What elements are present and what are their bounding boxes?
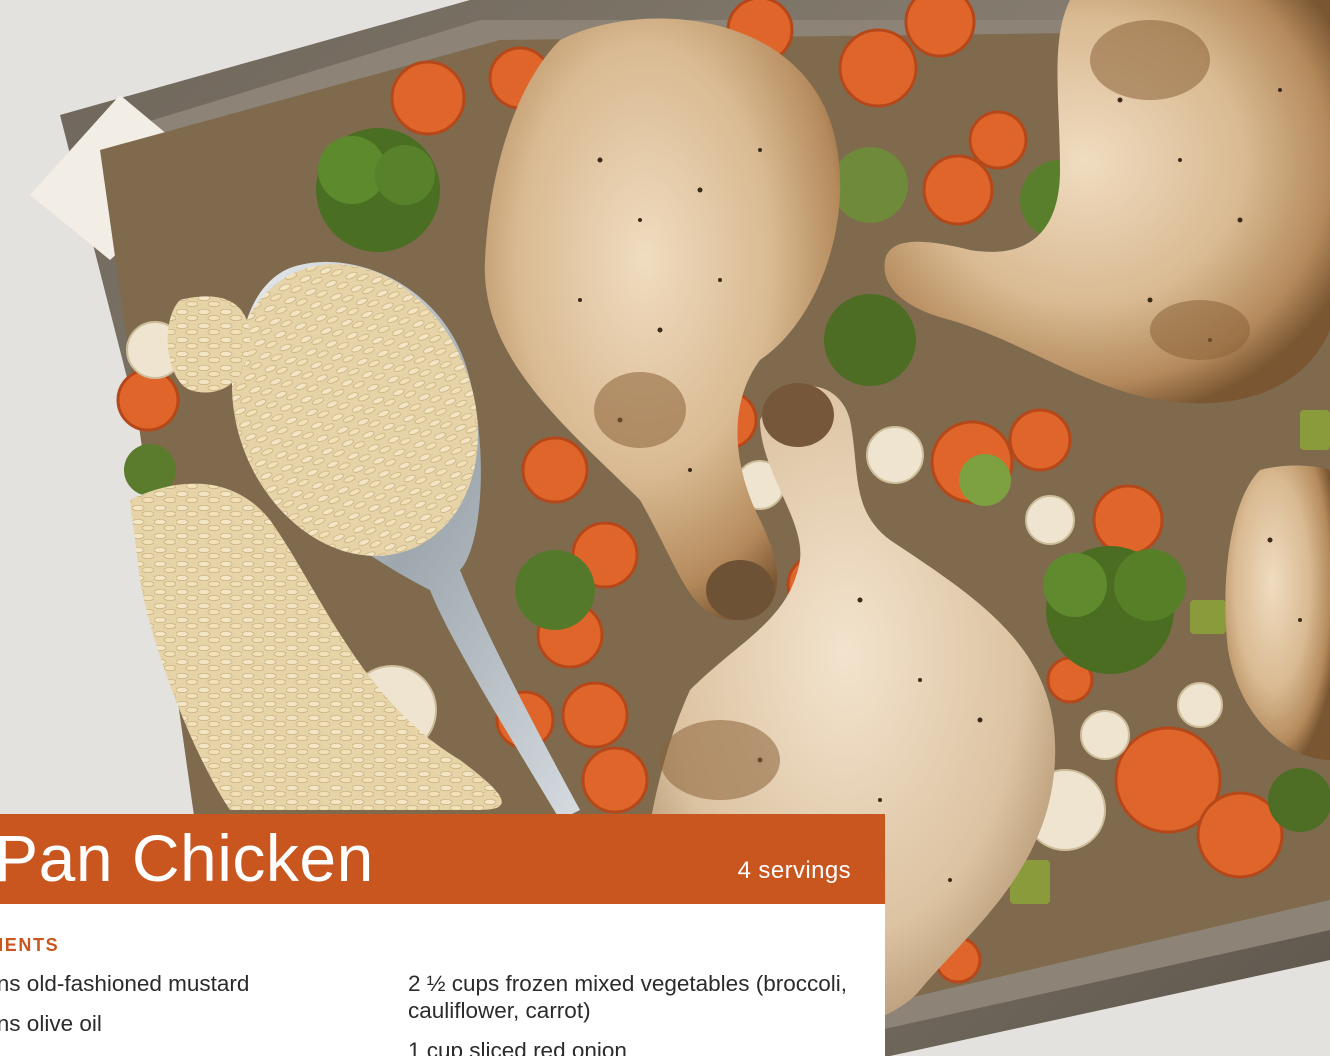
ingredients-column-right: 2 ½ cups frozen mixed vegetables (brocco… [408, 970, 848, 1056]
recipe-title-band: eet Pan Chicken 4 servings [0, 814, 885, 904]
ingredient-item: spoons old-fashioned mustard [0, 971, 250, 996]
recipe-card: EDIENTS spoons old-fashioned mustard spo… [0, 904, 885, 1056]
ingredients-column-left: spoons old-fashioned mustard spoons oliv… [0, 970, 378, 1050]
servings-label: 4 servings [737, 857, 851, 884]
ingredient-item: 1 cup sliced red onion [408, 1038, 627, 1056]
recipe-title: eet Pan Chicken [0, 821, 374, 895]
ingredient-item: spoons olive oil [0, 1011, 102, 1036]
ingredients-heading: EDIENTS [0, 935, 60, 955]
ingredient-item: 2 ½ cups frozen mixed vegetables (brocco… [408, 971, 847, 1023]
